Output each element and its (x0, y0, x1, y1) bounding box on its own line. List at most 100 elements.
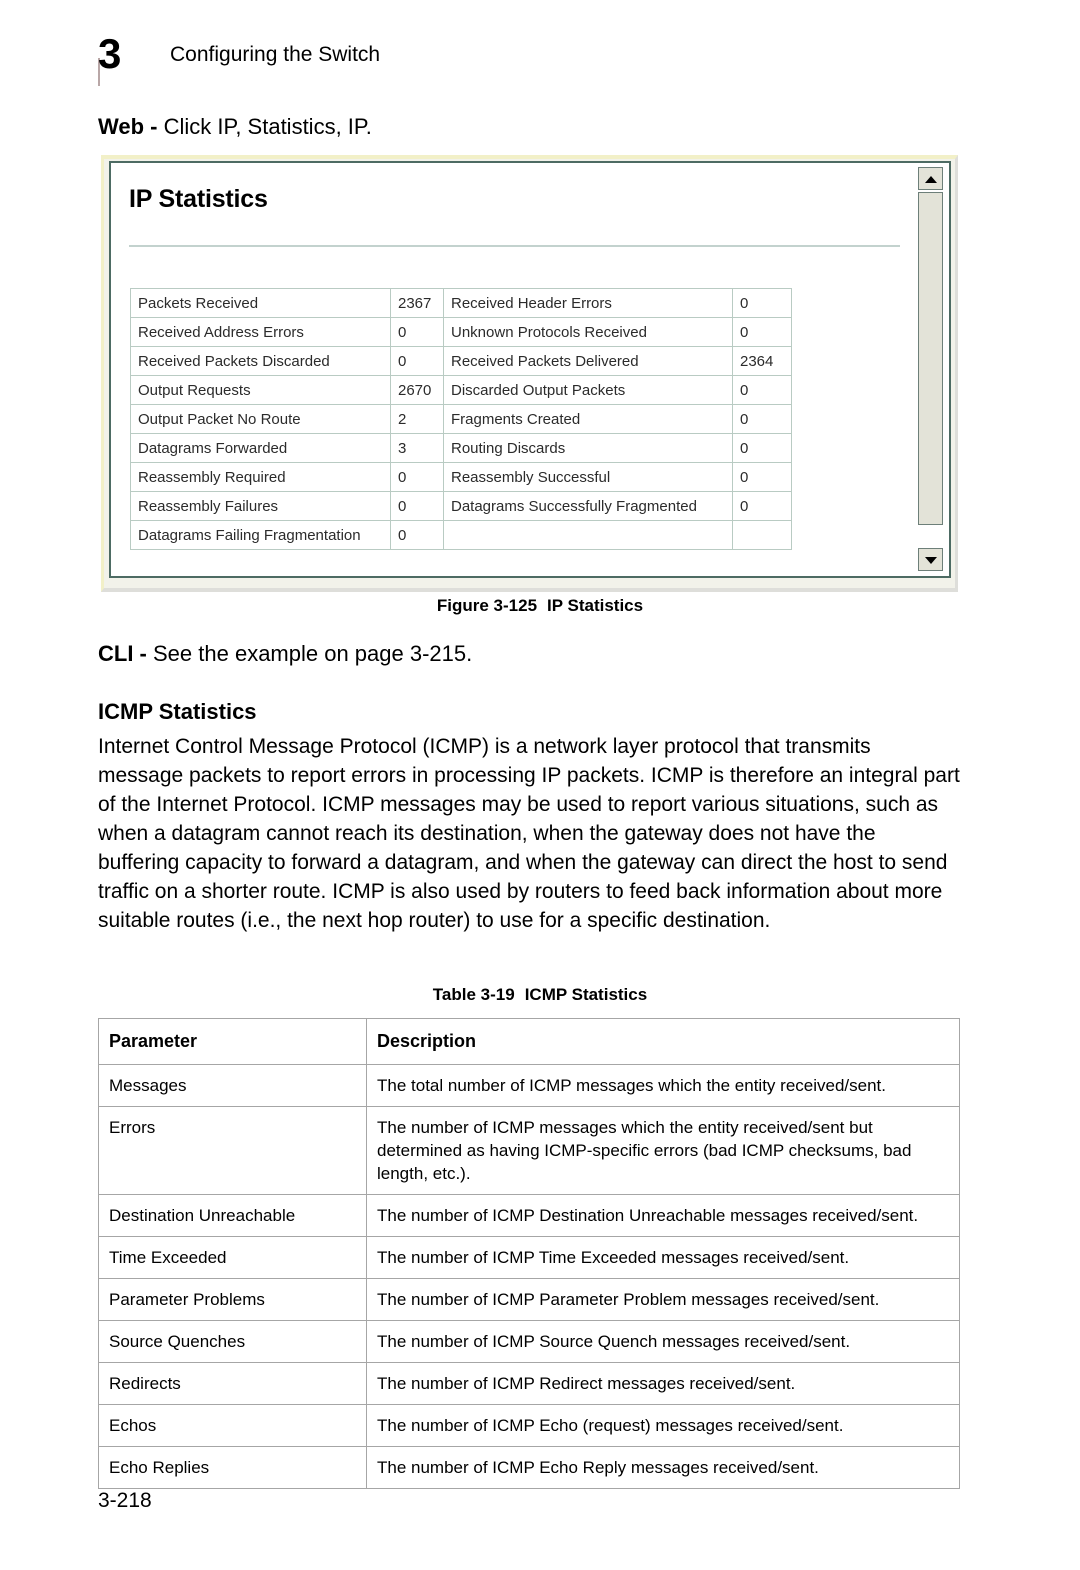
stat-value: 0 (732, 491, 792, 521)
table-header-row: Parameter Description (98, 1018, 960, 1065)
stat-value (732, 520, 792, 550)
stat-value: 0 (732, 462, 792, 492)
stat-label: Reassembly Successful (443, 462, 733, 492)
scroll-up-button[interactable] (918, 167, 943, 190)
stat-value: 0 (390, 520, 444, 550)
stat-label: Routing Discards (443, 433, 733, 463)
description-cell: The number of ICMP Parameter Problem mes… (366, 1278, 960, 1321)
ip-statistics-panel: IP Statistics Packets Received 2367 Rece… (101, 155, 958, 592)
table-caption-number: Table 3-19 (432, 985, 515, 1004)
scrollbar-track[interactable] (918, 190, 943, 548)
parameter-cell: Errors (98, 1106, 367, 1195)
web-instruction-label: Web - (98, 114, 158, 139)
stat-label: Unknown Protocols Received (443, 317, 733, 347)
stat-value: 0 (390, 346, 444, 376)
description-cell: The number of ICMP Time Exceeded message… (366, 1236, 960, 1279)
cli-instruction-text: See the example on page 3-215. (146, 641, 473, 666)
description-cell: The number of ICMP messages which the en… (366, 1106, 960, 1195)
stat-label: Received Address Errors (130, 317, 391, 347)
stat-label: Packets Received (130, 288, 391, 318)
icmp-statistics-table: Parameter Description Messages The total… (98, 1018, 960, 1489)
table-row: Reassembly Required 0 Reassembly Success… (130, 462, 792, 492)
parameter-cell: Time Exceeded (98, 1236, 367, 1279)
stat-value: 2 (390, 404, 444, 434)
table-caption: Table 3-19 ICMP Statistics (0, 985, 1080, 1005)
table-row: Received Packets Discarded 0 Received Pa… (130, 346, 792, 376)
table-row: Received Address Errors 0 Unknown Protoc… (130, 317, 792, 347)
table-row: Source Quenches The number of ICMP Sourc… (98, 1320, 960, 1363)
icmp-table-head: Parameter Description (98, 1018, 960, 1065)
parameter-cell: Parameter Problems (98, 1278, 367, 1321)
web-instruction: Web - Click IP, Statistics, IP. (98, 114, 372, 140)
stat-value: 0 (732, 288, 792, 318)
stat-label (443, 520, 733, 550)
stat-label: Discarded Output Packets (443, 375, 733, 405)
stat-value: 0 (732, 404, 792, 434)
description-cell: The total number of ICMP messages which … (366, 1064, 960, 1107)
table-row: Datagrams Forwarded 3 Routing Discards 0 (130, 433, 792, 463)
cli-instruction-label: CLI - (98, 641, 147, 666)
stat-label: Output Packet No Route (130, 404, 391, 434)
stat-value: 0 (732, 317, 792, 347)
description-cell: The number of ICMP Redirect messages rec… (366, 1362, 960, 1405)
description-cell: The number of ICMP Echo (request) messag… (366, 1404, 960, 1447)
figure-caption-number: Figure 3-125 (436, 596, 538, 615)
ip-statistics-panel-inner: IP Statistics Packets Received 2367 Rece… (109, 161, 951, 578)
parameter-cell: Source Quenches (98, 1320, 367, 1363)
table-row: Echos The number of ICMP Echo (request) … (98, 1404, 960, 1447)
description-cell: The number of ICMP Echo Reply messages r… (366, 1446, 960, 1489)
table-row: Messages The total number of ICMP messag… (98, 1064, 960, 1107)
table-row: Destination Unreachable The number of IC… (98, 1194, 960, 1237)
parameter-cell: Echo Replies (98, 1446, 367, 1489)
description-cell: The number of ICMP Source Quench message… (366, 1320, 960, 1363)
table-row: Datagrams Failing Fragmentation 0 (130, 520, 792, 550)
table-row: Output Packet No Route 2 Fragments Creat… (130, 404, 792, 434)
table-caption-title: ICMP Statistics (524, 985, 648, 1004)
running-header: 3 Configuring the Switch (98, 30, 898, 86)
icmp-description-paragraph: Internet Control Message Protocol (ICMP)… (98, 735, 960, 932)
parameter-cell: Destination Unreachable (98, 1194, 367, 1237)
stat-value: 3 (390, 433, 444, 463)
stat-label: Received Header Errors (443, 288, 733, 318)
table-row: Echo Replies The number of ICMP Echo Rep… (98, 1446, 960, 1489)
stat-value: 0 (732, 433, 792, 463)
description-cell: The number of ICMP Destination Unreachab… (366, 1194, 960, 1237)
stat-label: Reassembly Failures (130, 491, 391, 521)
table-row: Reassembly Failures 0 Datagrams Successf… (130, 491, 792, 521)
stat-value: 2364 (732, 346, 792, 376)
stat-label: Output Requests (130, 375, 391, 405)
table-row: Time Exceeded The number of ICMP Time Ex… (98, 1236, 960, 1279)
chapter-number: 3 (98, 30, 121, 77)
stat-value: 0 (390, 317, 444, 347)
table-row: Errors The number of ICMP messages which… (98, 1106, 960, 1195)
section-heading-icmp-statistics: ICMP Statistics (98, 699, 257, 724)
column-header-description: Description (366, 1018, 960, 1065)
table-row: Redirects The number of ICMP Redirect me… (98, 1362, 960, 1405)
panel-divider (129, 245, 900, 247)
stat-label: Reassembly Required (130, 462, 391, 492)
table-row: Parameter Problems The number of ICMP Pa… (98, 1278, 960, 1321)
stat-label: Received Packets Discarded (130, 346, 391, 376)
parameter-cell: Redirects (98, 1362, 367, 1405)
stat-value: 0 (390, 462, 444, 492)
figure-caption-title: IP Statistics (547, 596, 644, 615)
web-instruction-text: Click IP, Statistics, IP. (157, 114, 372, 139)
stat-label: Fragments Created (443, 404, 733, 434)
stat-label: Datagrams Successfully Fragmented (443, 491, 733, 521)
parameter-cell: Echos (98, 1404, 367, 1447)
scroll-down-button[interactable] (918, 548, 943, 571)
vertical-scrollbar[interactable] (911, 163, 949, 576)
stat-value: 2670 (390, 375, 444, 405)
scroll-down-arrow-icon (924, 556, 937, 564)
chapter-title: Configuring the Switch (170, 43, 381, 66)
stat-label: Received Packets Delivered (443, 346, 733, 376)
column-header-parameter: Parameter (98, 1018, 367, 1065)
parameter-cell: Messages (98, 1064, 367, 1107)
stat-label: Datagrams Failing Fragmentation (130, 520, 391, 550)
stat-value: 0 (732, 375, 792, 405)
cli-instruction: CLI - See the example on page 3-215. (98, 641, 472, 667)
scrollbar-thumb[interactable] (918, 192, 943, 525)
ip-statistics-table-body: Packets Received 2367 Received Header Er… (130, 288, 792, 550)
stat-value: 2367 (390, 288, 444, 318)
icmp-table-body: Messages The total number of ICMP messag… (98, 1064, 960, 1489)
